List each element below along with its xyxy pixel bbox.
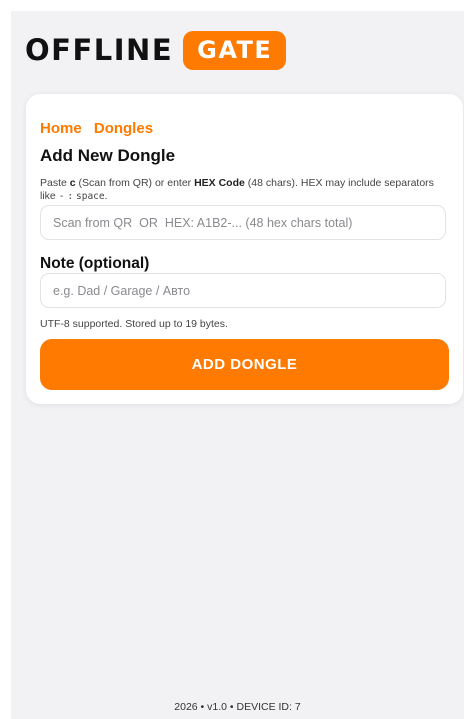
help-bold-hex-code: HEX Code bbox=[194, 177, 245, 189]
note-input[interactable] bbox=[40, 273, 446, 308]
breadcrumb: Home Dongles bbox=[40, 120, 161, 137]
brand-word-gate: GATE bbox=[183, 31, 287, 70]
note-hint: UTF-8 supported. Stored up to 19 bytes. bbox=[40, 318, 228, 330]
footer-info: 2026 • v1.0 • DEVICE ID: 7 bbox=[174, 701, 301, 713]
code-help-text: Paste c (Scan from QR) or enter HEX Code… bbox=[40, 177, 452, 203]
page-title: Add New Dongle bbox=[40, 146, 176, 165]
note-label: Note (optional) bbox=[40, 255, 150, 272]
separator-space: space bbox=[76, 191, 105, 202]
add-dongle-card: Home Dongles Add New Dongle Paste c (Sca… bbox=[26, 94, 463, 404]
breadcrumb-home-link[interactable]: Home bbox=[40, 120, 82, 137]
help-text-part: Paste bbox=[40, 177, 70, 189]
app-container: OFFLINE GATE Home Dongles Add New Dongle… bbox=[11, 11, 464, 719]
brand-logo: OFFLINE GATE bbox=[25, 31, 287, 70]
help-text-part: (Scan from QR) or enter bbox=[75, 177, 195, 189]
dongle-code-input[interactable] bbox=[40, 205, 446, 240]
help-text-part: . bbox=[104, 190, 108, 202]
add-dongle-button[interactable]: ADD DONGLE bbox=[40, 339, 449, 390]
brand-word-offline: OFFLINE bbox=[25, 33, 174, 67]
breadcrumb-dongles-link[interactable]: Dongles bbox=[94, 120, 153, 137]
